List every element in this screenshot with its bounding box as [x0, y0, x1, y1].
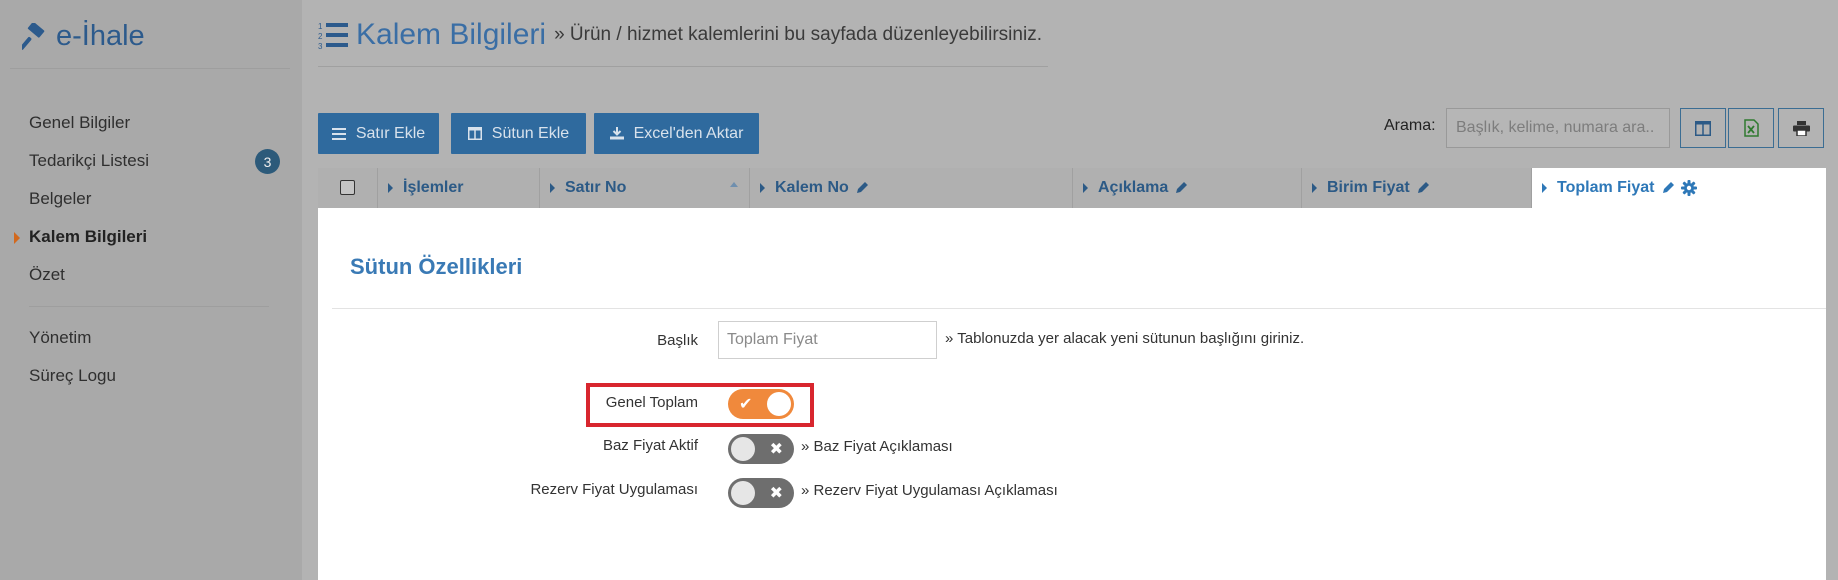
print-button[interactable] [1778, 108, 1824, 148]
sidebar-item-label: Süreç Logu [29, 366, 116, 385]
column-header-toplam-fiyat[interactable]: Toplam Fiyat [1531, 168, 1826, 208]
pencil-icon[interactable] [1174, 181, 1188, 195]
pencil-icon[interactable] [1416, 181, 1430, 195]
sidebar-item-ozet[interactable]: Özet [0, 256, 302, 294]
excel-file-icon [1743, 119, 1759, 137]
column-header-satir-no[interactable]: Satır No [539, 168, 747, 208]
columns-icon [467, 127, 482, 140]
sidebar-item-tedarikci-listesi[interactable]: Tedarikçi Listesi 3 [0, 142, 302, 180]
sidebar-item-belgeler[interactable]: Belgeler [0, 180, 302, 218]
sidebar-item-yonetim[interactable]: Yönetim [0, 319, 302, 357]
baz-fiyat-aktif-toggle[interactable]: ✖ [728, 434, 794, 464]
active-caret-icon [14, 232, 20, 244]
search-label: Arama: [1384, 117, 1436, 134]
column-header-islemler[interactable]: İşlemler [377, 168, 539, 208]
svg-text:3: 3 [318, 42, 323, 50]
divider [29, 306, 269, 307]
column-header-birim-fiyat[interactable]: Birim Fiyat [1301, 168, 1530, 208]
print-icon [1792, 120, 1810, 136]
columns-icon [1695, 120, 1711, 136]
sidebar-item-kalem-bilgileri[interactable]: Kalem Bilgileri [0, 218, 302, 256]
svg-text:1: 1 [318, 22, 323, 31]
sidebar: e-İhale Genel Bilgiler Tedarikçi Listesi… [0, 0, 302, 580]
sidebar-item-surec-logu[interactable]: Süreç Logu [0, 357, 302, 395]
sidebar-item-genel-bilgiler[interactable]: Genel Bilgiler [0, 104, 302, 142]
divider [10, 68, 290, 69]
excel-import-button[interactable]: Excel'den Aktar [594, 113, 759, 154]
gavel-icon [22, 22, 45, 50]
excel-import-label: Excel'den Aktar [633, 124, 744, 142]
svg-text:2: 2 [318, 32, 323, 41]
page-header: 1 2 3 Kalem Bilgileri » Ürün / hizmet ka… [318, 18, 1042, 52]
search-input[interactable] [1446, 108, 1670, 148]
caret-right-icon [1312, 183, 1317, 193]
gear-icon[interactable] [1680, 180, 1697, 196]
column-title-input[interactable] [718, 321, 937, 359]
sidebar-nav: Genel Bilgiler Tedarikçi Listesi 3 Belge… [0, 104, 302, 395]
close-icon: ✖ [769, 441, 783, 458]
divider [332, 308, 1826, 309]
column-header-label: Satır No [565, 179, 627, 196]
excel-export-button[interactable] [1728, 108, 1774, 148]
column-header-aciklama[interactable]: Açıklama [1072, 168, 1301, 208]
sidebar-item-label: Belgeler [29, 189, 92, 208]
sidebar-item-label: Tedarikçi Listesi [29, 151, 149, 170]
menu-icon [331, 127, 346, 140]
column-header-kalem-no[interactable]: Kalem No [749, 168, 1072, 208]
baz-fiyat-hint: » Baz Fiyat Açıklaması [801, 438, 953, 455]
column-properties-panel: Sütun Özellikleri Başlık » Tablonuzda ye… [318, 208, 1826, 580]
pencil-icon[interactable] [855, 181, 869, 195]
toggle-knob [731, 437, 755, 461]
numbered-list-icon: 1 2 3 [318, 22, 348, 50]
sidebar-item-label: Genel Bilgiler [29, 113, 131, 132]
table-header: İşlemler Satır No Kalem No Açıklama Biri… [318, 168, 1826, 208]
caret-right-icon [760, 183, 765, 193]
rezerv-fiyat-toggle[interactable]: ✖ [728, 478, 794, 508]
baz-fiyat-aktif-label: Baz Fiyat Aktif [602, 437, 698, 454]
add-column-button[interactable]: Sütun Ekle [451, 113, 586, 154]
add-row-button[interactable]: Satır Ekle [318, 113, 439, 154]
caret-right-icon [388, 183, 393, 193]
column-header-label: Birim Fiyat [1327, 179, 1410, 196]
close-icon: ✖ [769, 485, 783, 502]
sidebar-item-label: Kalem Bilgileri [29, 227, 148, 246]
rezerv-fiyat-hint: » Rezerv Fiyat Uygulaması Açıklaması [801, 482, 1058, 499]
caret-right-icon [1083, 183, 1088, 193]
add-row-label: Satır Ekle [355, 124, 426, 142]
count-badge: 3 [255, 149, 280, 174]
title-field-hint: » Tablonuzda yer alacak yeni sütunun baş… [945, 330, 1305, 347]
title-field-label: Başlık [657, 332, 698, 349]
sort-ascending-icon[interactable] [730, 182, 738, 187]
column-header-label: Açıklama [1098, 179, 1169, 196]
highlight-box [586, 383, 814, 427]
pencil-icon[interactable] [1661, 181, 1675, 195]
divider [318, 66, 1048, 67]
page-title: Kalem Bilgileri [356, 18, 547, 51]
page-subtitle: » Ürün / hizmet kalemlerini bu sayfada d… [554, 24, 1042, 45]
logo-text: e-İhale [56, 20, 145, 52]
add-column-label: Sütun Ekle [491, 124, 570, 142]
download-icon [609, 127, 624, 140]
caret-right-icon [1542, 183, 1547, 193]
caret-right-icon [550, 183, 555, 193]
column-header-label: Toplam Fiyat [1557, 179, 1655, 196]
app-logo[interactable]: e-İhale [22, 20, 145, 53]
column-header-label: Kalem No [775, 179, 849, 196]
rezerv-fiyat-label: Rezerv Fiyat Uygulaması [530, 481, 698, 498]
sidebar-item-label: Yönetim [29, 328, 92, 347]
column-toggle-button[interactable] [1680, 108, 1726, 148]
column-header-label: İşlemler [403, 179, 464, 196]
sidebar-item-label: Özet [29, 265, 65, 284]
toggle-knob [731, 481, 755, 505]
select-all-checkbox[interactable] [340, 180, 355, 195]
panel-title: Sütun Özellikleri [350, 254, 523, 279]
